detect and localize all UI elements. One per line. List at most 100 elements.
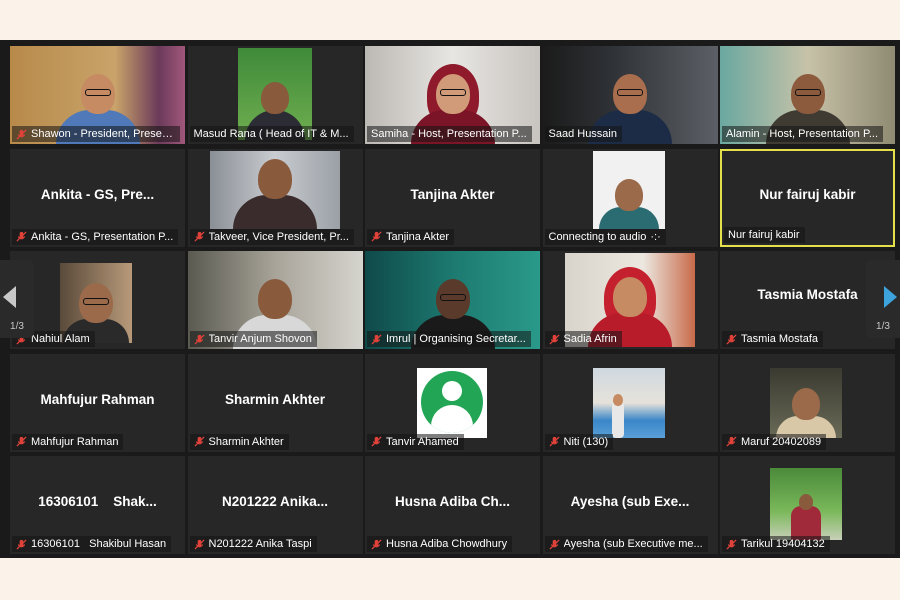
participant-tile-nahiul[interactable]: Nahiul Alam (10, 251, 185, 349)
participant-tile-maruf[interactable]: Maruf 20402089 (720, 353, 895, 452)
participant-tile-imrul[interactable]: Imrul | Organising Secretar... (365, 251, 540, 349)
participant-name-label: 16306101 Shakibul Hasan (12, 536, 172, 552)
participant-video (592, 367, 665, 438)
participant-name: Tanvir Ahamed (386, 435, 459, 448)
participant-tile-masud[interactable]: Masud Rana ( Head of IT & M... (187, 46, 363, 144)
participant-name-label: Tanvir Ahamed (367, 433, 464, 450)
participant-name: Shawon - President, Presentation P... (31, 128, 175, 140)
muted-mic-icon (726, 333, 737, 345)
participant-name-label: Connecting to audio ·:· (544, 228, 666, 245)
participant-name: Nahiul Alam (31, 333, 90, 345)
participant-tile-sharmin[interactable]: Sharmin Akhter Sharmin Akhter (187, 353, 363, 452)
participant-tile-tanvir-ahamed[interactable]: Tanvir Ahamed (365, 353, 540, 452)
participant-tile-shakibul[interactable]: 16306101 Shak... 16306101 Shakibul Hasan (10, 456, 185, 554)
participant-figure (598, 178, 659, 229)
participant-tile-takveer[interactable]: Takveer, Vice President, Pr... (187, 148, 363, 247)
muted-mic-icon (193, 436, 205, 447)
participant-name: Ayesha (sub Executive me... (563, 538, 703, 550)
participant-name-label: Niti (130) (544, 433, 614, 450)
participant-name: N201222 Anika Taspi (208, 538, 312, 550)
participant-display-name: Ankita - GS, Pre... (40, 186, 155, 202)
participant-name-label: Saad Hussain (544, 126, 622, 142)
participant-name: Ankita - GS, Presentation P... (31, 230, 174, 243)
participant-tile-sadia[interactable]: Sadia Afrin (542, 251, 718, 349)
participant-name: 16306101 Shakibul Hasan (31, 538, 167, 550)
participant-grid: Shawon - President, Presentation P... Ma… (10, 46, 895, 554)
participant-tile-ankita[interactable]: Ankita - GS, Pre... Ankita - GS, Present… (10, 148, 185, 247)
participant-figure (776, 387, 836, 438)
participant-tile-nur-active-speaker[interactable]: Nur fairuj kabir Nur fairuj kabir (720, 148, 895, 247)
participant-video (592, 150, 665, 229)
muted-mic-icon (193, 333, 205, 345)
participant-name: Saad Hussain (548, 128, 618, 140)
muted-mic-icon (726, 436, 737, 447)
participant-name-label: Ankita - GS, Presentation P... (12, 228, 179, 245)
participant-display-name: N201222 Anika... (221, 494, 329, 509)
participant-name: Husna Adiba Chowdhury (386, 538, 508, 550)
muted-mic-icon (16, 538, 27, 550)
participant-name-label: Husna Adiba Chowdhury (367, 536, 513, 552)
participant-tile-tanvir-anjum[interactable]: Tanvir Anjum Shovon (187, 251, 363, 349)
muted-mic-icon (16, 128, 27, 140)
participant-tile-tarikul[interactable]: Tarikul 19404132 (720, 456, 895, 554)
muted-mic-icon (193, 231, 205, 242)
participant-name: Tanvir Anjum Shovon (208, 333, 312, 345)
page-indicator: 1/3 (876, 321, 890, 332)
participant-name: Tasmia Mostafa (741, 333, 819, 345)
participant-tile-shawon[interactable]: Shawon - President, Presentation P... (10, 46, 185, 144)
participant-name: Niti (130) (563, 435, 609, 448)
default-avatar-icon (417, 367, 487, 438)
participant-name: Takveer, Vice President, Pr... (208, 230, 349, 243)
participant-display-name: Tanjina Akter (410, 186, 495, 202)
muted-mic-icon (371, 333, 382, 345)
participant-name-label: Alamin - Host, Presentation P... (722, 126, 884, 142)
next-page-button[interactable]: 1/3 (866, 260, 900, 338)
participant-name-label: Samiha - Host, Presentation P... (367, 126, 532, 142)
participant-tile-connecting[interactable]: Connecting to audio ·:· (542, 148, 718, 247)
participant-tile-mahfujur[interactable]: Mahfujur Rahman Mahfujur Rahman (10, 353, 185, 452)
muted-mic-icon (548, 333, 560, 345)
muted-mic-icon (371, 436, 382, 447)
participant-name-label: N201222 Anika Taspi (189, 536, 317, 552)
participant-name: Nur fairuj kabir (728, 228, 800, 241)
participant-display-name: Husna Adiba Ch... (394, 494, 510, 509)
muted-mic-icon (16, 231, 27, 242)
muted-mic-icon (548, 436, 560, 447)
previous-page-button[interactable]: 1/3 (0, 260, 34, 338)
participant-name-label: Sadia Afrin (544, 331, 622, 347)
participant-name-label: Imrul | Organising Secretar... (367, 331, 531, 347)
participant-name: Sharmin Akhter (208, 435, 284, 448)
participant-display-name: Nur fairuj kabir (759, 186, 856, 202)
participant-tile-husna[interactable]: Husna Adiba Ch... Husna Adiba Chowdhury (365, 456, 540, 554)
participant-tile-samiha[interactable]: Samiha - Host, Presentation P... (365, 46, 540, 144)
participant-name-label: Takveer, Vice President, Pr... (189, 228, 354, 245)
participant-tile-tanjina[interactable]: Tanjina Akter Tanjina Akter (365, 148, 540, 247)
participant-name: Maruf 20402089 (741, 435, 822, 448)
participant-tile-niti[interactable]: Niti (130) (542, 353, 718, 452)
muted-mic-icon (371, 538, 382, 550)
participant-name: Tanjina Akter (386, 230, 449, 243)
participant-name-label: Tasmia Mostafa (722, 331, 824, 347)
participant-name-label: Shawon - President, Presentation P... (12, 126, 180, 142)
participant-display-name: Sharmin Akhter (224, 391, 326, 407)
participant-name-label: Maruf 20402089 (722, 433, 827, 450)
participant-figure (611, 393, 624, 438)
participant-tile-ayesha[interactable]: Ayesha (sub Exe... Ayesha (sub Executive… (542, 456, 718, 554)
participant-figure (232, 158, 317, 229)
participant-name: Masud Rana ( Head of IT & M... (193, 128, 349, 140)
muted-mic-icon (548, 538, 560, 550)
participant-name: Sadia Afrin (563, 333, 617, 345)
participant-tile-saad[interactable]: Saad Hussain (542, 46, 718, 144)
participant-name-label: Tanjina Akter (367, 228, 454, 245)
participant-display-name: Mahfujur Rahman (40, 391, 155, 407)
chevron-right-icon (884, 286, 897, 308)
participant-figure (791, 494, 821, 540)
participant-tile-anika[interactable]: N201222 Anika... N201222 Anika Taspi (187, 456, 363, 554)
chevron-left-icon (3, 286, 16, 308)
participant-name: Imrul | Organising Secretar... (386, 333, 526, 345)
muted-mic-icon (16, 436, 27, 447)
participant-tile-alamin[interactable]: Alamin - Host, Presentation P... (720, 46, 895, 144)
page-indicator: 1/3 (10, 321, 24, 332)
muted-mic-icon (371, 231, 382, 242)
participant-video (770, 468, 842, 540)
